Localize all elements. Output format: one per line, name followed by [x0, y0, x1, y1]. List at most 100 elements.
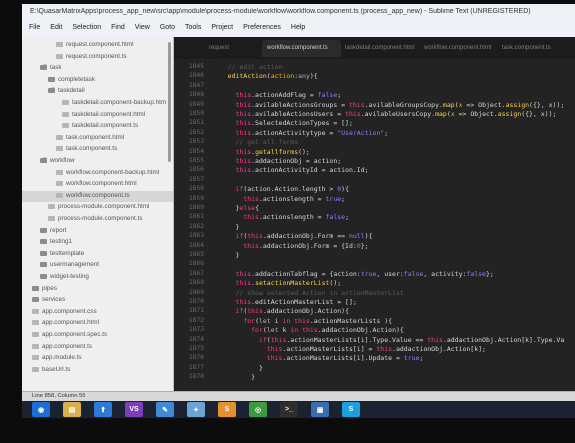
sidebar-item-app-component-spec-ts[interactable]: app.component.spec.ts — [22, 330, 173, 341]
menu-item-tools[interactable]: Tools — [185, 24, 201, 31]
sidebar-item-widget-testing[interactable]: ▶widget-testing — [22, 272, 173, 283]
sidebar-scrollbar[interactable] — [168, 42, 171, 162]
sidebar-item-workflow-component-backup-html[interactable]: workflow.component-backup.html — [22, 168, 173, 179]
code-line: this.actionslength = false; — [212, 213, 349, 221]
code-line: for(let k in this.addactionObj.Action){ — [212, 326, 404, 334]
window-icon[interactable]: ▣ — [311, 402, 329, 417]
menu-item-file[interactable]: File — [29, 24, 40, 31]
code-token: // — [212, 63, 240, 71]
sidebar-item-label: process-module.component.html — [58, 203, 150, 211]
code-token: setactionMasterList — [255, 279, 330, 288]
sidebar-item-baseurl-ts[interactable]: baseUrl.ts — [22, 365, 173, 376]
code-token: .addactionObj.Action){ — [317, 326, 404, 335]
line-number: 1875 — [188, 345, 204, 352]
sidebar-item-request-component-html[interactable]: request.component.html — [22, 40, 173, 51]
code-line: this.avilableActionsUsers = this.avilabl… — [212, 110, 556, 118]
code-token: show selected Action in actionMasterList — [247, 288, 404, 297]
code-line: if(this.addactionObj.Action){ — [212, 307, 349, 315]
line-number: 1853 — [188, 138, 204, 146]
paint-icon[interactable]: ✎ — [156, 402, 174, 417]
code-token: i — [270, 316, 283, 325]
sidebar-item-task-component-ts[interactable]: task.component.ts — [22, 144, 173, 155]
sidebar-item-app-component-ts[interactable]: app.component.ts — [22, 342, 173, 353]
sidebar-file-tree[interactable]: request.component.html request.component.… — [22, 37, 174, 391]
tab-task-component-ts[interactable]: task.component.ts — [497, 40, 575, 57]
upload-icon[interactable]: ⬆ — [94, 402, 112, 417]
windows-start-icon[interactable]: ◉ — [32, 402, 50, 417]
sidebar-item-request-component-ts[interactable]: request.component.ts — [22, 52, 173, 63]
tab-taskdetail-component-html[interactable]: taskdetail.component.html — [340, 40, 419, 57]
sidebar-item-testing1[interactable]: ▶testing1 — [22, 237, 173, 248]
menu-item-edit[interactable]: Edit — [50, 24, 62, 31]
sidebar-item-testtemplate[interactable]: ▶testtemplate — [22, 249, 173, 260]
sidebar-item-taskdetail-component-backup-htm[interactable]: taskdetail.component-backup.htm — [22, 98, 173, 109]
code-token: this — [348, 100, 365, 109]
file-icon — [56, 134, 63, 140]
sidebar-item-app-component-css[interactable]: app.component.css — [22, 307, 173, 318]
taskbar-glyph: ▤ — [68, 406, 76, 414]
code-token: false — [317, 91, 338, 100]
menu-item-selection[interactable]: Selection — [72, 24, 101, 31]
folder-icon — [40, 250, 47, 256]
code-line: }else{ — [212, 204, 259, 212]
sidebar-item-task[interactable]: ▼task — [22, 63, 173, 74]
sidebar-item-workflow[interactable]: ▼workflow — [22, 156, 173, 167]
sidebar-item-app-module-ts[interactable]: app.module.ts — [22, 353, 173, 364]
window-title: E:\QuasarMatrixApps\process_app_new\src\… — [30, 8, 531, 15]
code-token: else — [239, 204, 256, 212]
line-number: 1863 — [188, 232, 204, 240]
tools-icon[interactable]: ✦ — [187, 402, 205, 417]
menu-item-project[interactable]: Project — [211, 24, 233, 31]
sidebar-item-pipes[interactable]: ▶pipes — [22, 284, 173, 295]
menu-item-goto[interactable]: Goto — [160, 24, 175, 31]
code-token: .SelectedActionTypes = []; — [251, 119, 353, 128]
sidebar-item-services[interactable]: ▶services — [22, 295, 173, 306]
code-line: } — [212, 373, 255, 381]
sidebar-item-workflow-component-ts[interactable]: workflow.component.ts — [22, 190, 173, 202]
sidebar-item-workflow-component-html[interactable]: workflow.component.html — [22, 179, 173, 190]
sublime-text-icon[interactable]: S — [218, 402, 236, 417]
sidebar-item-taskdetail-component-html[interactable]: taskdetail.component.html — [22, 110, 173, 121]
sidebar-item-task-component-html[interactable]: task.component.html — [22, 133, 173, 144]
code-token: this — [235, 91, 252, 100]
sidebar-item-label: process-module.component.ts — [58, 215, 143, 222]
code-token: null — [348, 232, 365, 241]
chrome-icon[interactable]: ◎ — [249, 402, 267, 417]
code-token: { — [255, 204, 259, 212]
menu-item-view[interactable]: View — [135, 24, 150, 31]
sidebar-item-process-module-component-html[interactable]: process-module.component.html — [22, 202, 173, 213]
code-editor[interactable]: // edit action editAction(action:any){ t… — [212, 59, 575, 391]
taskbar-glyph: ◉ — [37, 406, 45, 414]
code-token: (); — [329, 279, 342, 288]
sidebar-item-taskdetail-component-ts[interactable]: taskdetail.component.ts — [22, 121, 173, 132]
code-token: .avilableGroupsCopy. — [364, 100, 443, 109]
sidebar-item-label: workflow.component.ts — [66, 191, 130, 199]
file-icon — [32, 366, 39, 372]
code-line: this.actionMasterLists[i].Update = true; — [212, 354, 424, 362]
code-token: // — [212, 138, 248, 147]
sidebar-item-label: workflow — [50, 157, 75, 164]
skype-icon[interactable]: S — [342, 402, 360, 417]
menu-item-preferences[interactable]: Preferences — [243, 24, 281, 31]
visual-studio-icon[interactable]: VS — [125, 402, 143, 417]
folder-icon[interactable]: ▤ — [63, 402, 81, 417]
menu-item-help[interactable]: Help — [291, 24, 305, 31]
tab-workflow-component-ts[interactable]: workflow.component.ts — [262, 40, 341, 57]
menu-item-find[interactable]: Find — [111, 24, 125, 31]
tab-workflow-component-html[interactable]: workflow.component.html — [419, 40, 498, 57]
line-number: 1869 — [188, 288, 204, 296]
sidebar-item-usermanagement[interactable]: ▶usermanagement — [22, 260, 173, 271]
sidebar-item-label: task — [50, 64, 62, 72]
line-number: 1873 — [188, 326, 204, 334]
sidebar-item-taskdetail[interactable]: ▼taskdetail — [22, 86, 173, 97]
sidebar-item-app-component-html[interactable]: app.component.html — [22, 318, 173, 329]
terminal-icon[interactable]: >_ — [280, 402, 298, 417]
sidebar-item-report[interactable]: ▶report — [22, 226, 173, 237]
code-token: }; — [485, 269, 494, 278]
sidebar-item-completetask[interactable]: ▶completetask — [22, 75, 173, 86]
sidebar-item-process-module-component-ts[interactable]: process-module.component.ts — [22, 214, 173, 225]
